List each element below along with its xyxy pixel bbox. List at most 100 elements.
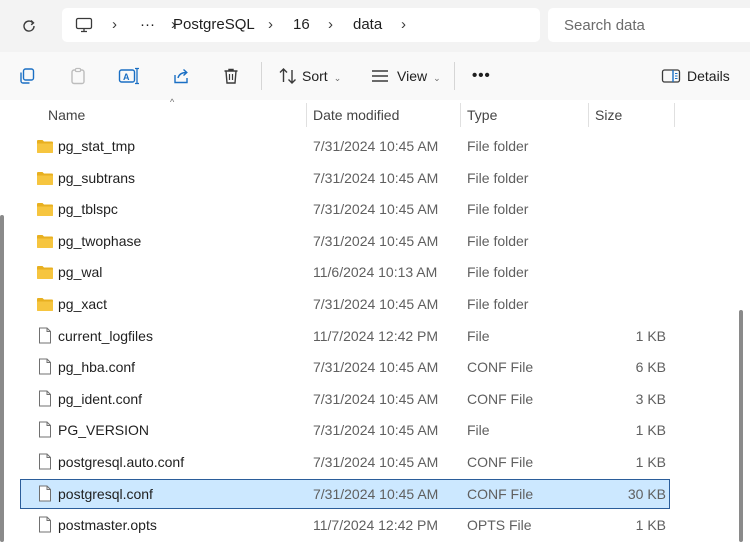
- file-name: postgresql.conf: [58, 485, 153, 502]
- chevron-down-icon: ⌄: [433, 73, 441, 83]
- file-size: [590, 194, 666, 224]
- file-row[interactable]: pg_hba.conf 7/31/2024 10:45 AM CONF File 6 …: [20, 352, 670, 382]
- breadcrumb-separator[interactable]: ›: [401, 8, 406, 42]
- file-type: File: [467, 422, 490, 439]
- file-list-scrollbar[interactable]: [739, 310, 743, 542]
- file-row[interactable]: pg_tblspc 7/31/2024 10:45 AM File folder: [20, 194, 670, 224]
- file-name: PG_VERSION: [58, 422, 150, 439]
- monitor-icon: [75, 17, 93, 33]
- file-date: 7/31/2024 10:45 AM: [313, 138, 439, 154]
- view-icon-wrap[interactable]: [368, 64, 392, 88]
- file-name: postgresql.auto.conf: [58, 454, 185, 470]
- file-icon: [38, 327, 56, 344]
- search-input[interactable]: [562, 8, 750, 42]
- sort-button[interactable]: Sort ⌄: [302, 52, 341, 100]
- svg-text:A: A: [123, 72, 130, 82]
- breadcrumb-overflow-button[interactable]: ···: [140, 8, 155, 42]
- chevron-down-icon: ⌄: [333, 73, 342, 83]
- breadcrumb-separator[interactable]: ›: [328, 8, 333, 42]
- refresh-button[interactable]: [16, 13, 42, 39]
- file-name: pg_ident.conf: [58, 390, 143, 407]
- file-size: 3 KB: [635, 390, 666, 407]
- file-size: [590, 163, 666, 193]
- file-row[interactable]: current_logfiles 11/7/2024 12:42 PM File 1 …: [20, 321, 670, 351]
- file-row[interactable]: PG_VERSION 7/31/2024 10:45 AM File 1 KB: [20, 415, 670, 445]
- file-type: CONF File: [467, 485, 534, 502]
- file-row[interactable]: pg_wal 11/6/2024 10:13 AM File folder: [20, 257, 670, 287]
- file-row[interactable]: postmaster.opts 11/7/2024 12:42 PM OPTS Fi…: [20, 510, 670, 540]
- view-icon: [372, 70, 388, 82]
- column-resize-handle[interactable]: [306, 103, 307, 127]
- file-type: CONF File: [467, 390, 534, 407]
- breadcrumb[interactable]: › ··· › PostgreSQL › 16 › data ›: [62, 8, 540, 42]
- file-name: pg_hba.conf: [58, 359, 136, 376]
- file-row[interactable]: pg_xact 7/31/2024 10:45 AM File folder: [20, 289, 670, 319]
- file-type: File folder: [467, 169, 529, 186]
- column-header-size[interactable]: Size: [595, 100, 622, 130]
- file-date: 7/31/2024 10:45 AM: [313, 169, 439, 186]
- file-name: pg_xact: [58, 296, 108, 312]
- share-button[interactable]: [169, 64, 193, 88]
- details-icon-wrap[interactable]: [659, 64, 683, 88]
- breadcrumb-16[interactable]: 16: [293, 8, 310, 42]
- toolbar-divider: [261, 62, 262, 90]
- share-icon: [174, 68, 188, 84]
- breadcrumb-data[interactable]: data: [353, 8, 382, 42]
- paste-button[interactable]: [66, 64, 90, 88]
- file-size: [590, 131, 666, 161]
- column-resize-handle[interactable]: [674, 103, 675, 127]
- file-size: [590, 289, 666, 319]
- paste-icon: [71, 67, 85, 85]
- details-button[interactable]: Details: [687, 52, 730, 100]
- rename-button[interactable]: A: [117, 64, 141, 88]
- file-row[interactable]: pg_stat_tmp 7/31/2024 10:45 AM File folder: [20, 131, 670, 161]
- breadcrumb-separator[interactable]: ›: [268, 8, 273, 42]
- sort-label: Sort: [302, 68, 328, 84]
- column-header-row: ^ Name Date modified Type Size: [0, 97, 750, 130]
- file-size: 6 KB: [635, 359, 666, 376]
- search-box[interactable]: [548, 8, 750, 42]
- file-icon: [38, 358, 56, 375]
- copy-button[interactable]: [15, 64, 39, 88]
- breadcrumb-separator[interactable]: ›: [112, 8, 117, 42]
- file-row[interactable]: pg_ident.conf 7/31/2024 10:45 AM CONF File…: [20, 384, 670, 414]
- file-icon: [38, 390, 56, 407]
- file-row[interactable]: pg_subtrans 7/31/2024 10:45 AM File folder: [20, 163, 670, 193]
- sort-icon-wrap[interactable]: [276, 64, 300, 88]
- column-resize-handle[interactable]: [588, 103, 589, 127]
- file-size: 1 KB: [635, 422, 666, 439]
- column-header-name[interactable]: Name: [48, 100, 85, 130]
- refresh-icon: [23, 19, 35, 32]
- file-size: 1 KB: [635, 454, 666, 470]
- file-name: pg_stat_tmp: [58, 138, 136, 154]
- file-date: 11/7/2024 12:42 PM: [313, 517, 439, 534]
- column-resize-handle[interactable]: [460, 103, 461, 127]
- breadcrumb-postgresql[interactable]: PostgreSQL: [173, 8, 255, 42]
- column-header-type[interactable]: Type: [467, 100, 497, 130]
- file-date: 7/31/2024 10:45 AM: [313, 485, 439, 502]
- rename-icon: A: [118, 67, 139, 85]
- file-type: File folder: [467, 264, 529, 281]
- sort-ascending-icon: ^: [170, 97, 175, 107]
- file-name: pg_tblspc: [58, 201, 118, 218]
- file-type: CONF File: [467, 359, 534, 376]
- trash-icon: [224, 68, 238, 84]
- file-date: 7/31/2024 10:45 AM: [313, 296, 439, 312]
- file-date: 7/31/2024 10:45 AM: [313, 201, 439, 218]
- file-size: [590, 226, 666, 256]
- column-header-date[interactable]: Date modified: [313, 100, 399, 130]
- delete-button[interactable]: [219, 64, 243, 88]
- file-row[interactable]: pg_twophase 7/31/2024 10:45 AM File folder: [20, 226, 670, 256]
- more-options-button[interactable]: •••: [472, 52, 491, 100]
- nav-pane-scrollbar[interactable]: [0, 215, 4, 542]
- this-pc-button[interactable]: [75, 8, 93, 42]
- file-date: 11/7/2024 12:42 PM: [313, 327, 439, 344]
- file-row[interactable]: postgresql.conf 7/31/2024 10:45 AM CONF Fi…: [20, 478, 670, 509]
- address-bar-row: › ··· › PostgreSQL › 16 › data ›: [0, 0, 750, 52]
- file-row[interactable]: postgresql.auto.conf 7/31/2024 10:45 AM CO…: [20, 447, 670, 477]
- file-size: [590, 257, 666, 287]
- view-button[interactable]: View ⌄: [397, 52, 441, 100]
- file-icon: [38, 516, 56, 533]
- folder-icon: [36, 264, 54, 280]
- file-date: 7/31/2024 10:45 AM: [313, 422, 439, 439]
